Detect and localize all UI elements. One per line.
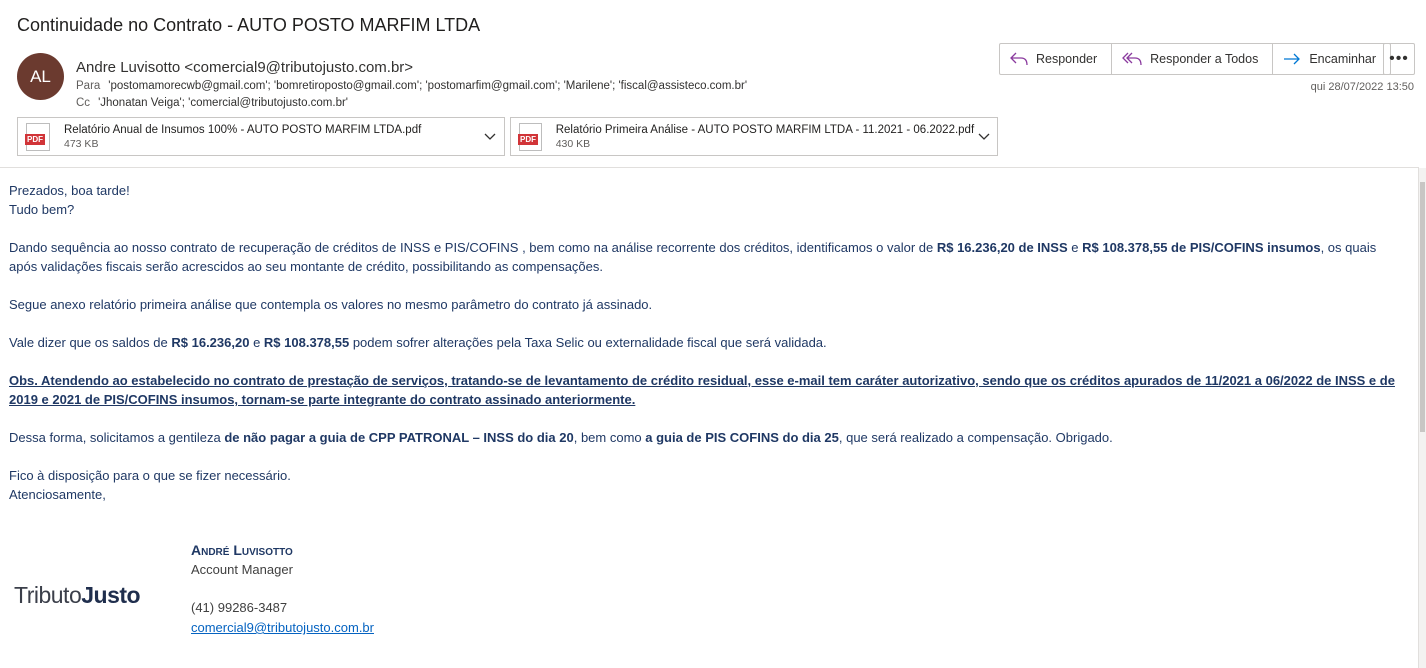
to-list[interactable]: 'postomamorecwb@gmail.com'; 'bomretiropo…	[108, 80, 747, 92]
text: podem sofrer alterações pela Taxa Selic …	[349, 335, 827, 350]
attachment-meta: Relatório Anual de Insumos 100% - AUTO P…	[64, 124, 480, 150]
greeting-line-2: Tudo bem?	[9, 202, 75, 217]
inss-value: R$ 16.236,20 de INSS	[936, 240, 1068, 255]
paragraph-attachment: Segue anexo relatório primeira análise q…	[9, 297, 653, 312]
chevron-down-icon[interactable]	[480, 130, 500, 144]
inss-balance: R$ 16.236,20	[171, 335, 250, 350]
reply-button[interactable]: Responder	[1000, 44, 1113, 74]
signature-block: André Luvisotto Account Manager (41) 992…	[191, 540, 374, 638]
cpp-request: de não pagar a guia de CPP PATRONAL – IN…	[224, 430, 574, 445]
paragraph-obs: Obs. Atendendo ao estabelecido no contra…	[9, 373, 1395, 407]
pis-balance: R$ 108.378,55	[263, 335, 350, 350]
sent-date: qui 28/07/2022 13:50	[1310, 81, 1414, 93]
reply-all-button[interactable]: Responder a Todos	[1112, 44, 1274, 74]
cc-label: Cc	[76, 97, 91, 109]
text: , que será realizado a compensação. Obri…	[838, 430, 1113, 445]
pis-request: a guia de PIS COFINS do dia 25	[645, 430, 839, 445]
cc-recipients: Cc 'Jhonatan Veiga'; 'comercial@tributoju…	[76, 97, 348, 109]
logo-part-1: Tributo	[14, 582, 82, 608]
sender-display[interactable]: Andre Luvisotto <comercial9@tributojusto…	[76, 59, 413, 76]
signature-phone: (41) 99286-3487	[191, 600, 288, 615]
chevron-down-icon[interactable]	[974, 130, 993, 144]
signature-role: Account Manager	[191, 562, 293, 577]
pdf-badge: PDF	[25, 133, 45, 145]
attachment-2[interactable]: PDF Relatório Primeira Análise - AUTO PO…	[510, 117, 998, 156]
pdf-file-icon: PDF	[25, 122, 50, 151]
attachment-size: 430 KB	[555, 137, 591, 150]
message-actions: Responder Responder a Todos Encaminhar	[999, 43, 1392, 75]
scrollbar-thumb[interactable]	[1420, 182, 1425, 432]
paragraph-request: Dessa forma, solicitamos a gentileza de …	[9, 428, 1404, 447]
vertical-scrollbar[interactable]	[1418, 168, 1426, 668]
sender-avatar[interactable]: AL	[17, 53, 64, 100]
attachment-name: Relatório Primeira Análise - AUTO POSTO …	[555, 123, 975, 136]
forward-icon	[1284, 53, 1301, 65]
paragraph-credits: Dando sequência ao nosso contrato de rec…	[9, 238, 1404, 276]
text: e	[1067, 240, 1083, 255]
header-divider	[0, 167, 1419, 168]
pdf-file-icon: PDF	[518, 122, 542, 151]
attachment-size: 473 KB	[64, 137, 99, 150]
signature-name: André Luvisotto	[191, 542, 293, 558]
signature-email-link[interactable]: comercial9@tributojusto.com.br	[191, 620, 374, 635]
more-actions-button[interactable]: •••	[1383, 43, 1415, 75]
greeting-line-1: Prezados, boa tarde!	[9, 183, 130, 198]
to-label: Para	[76, 80, 101, 92]
text: Dessa forma, solicitamos a gentileza	[9, 430, 225, 445]
forward-button[interactable]: Encaminhar	[1273, 44, 1390, 74]
text: Vale dizer que os saldos de	[9, 335, 172, 350]
text: e	[249, 335, 264, 350]
reply-all-icon	[1122, 52, 1142, 66]
closing-line-2: Atenciosamente,	[9, 487, 106, 502]
attachment-name: Relatório Anual de Insumos 100% - AUTO P…	[64, 123, 422, 136]
reply-icon	[1010, 52, 1028, 66]
text: Dando sequência ao nosso contrato de rec…	[9, 240, 937, 255]
paragraph-balances: Vale dizer que os saldos de R$ 16.236,20…	[9, 333, 1404, 352]
message-body: Prezados, boa tarde! Tudo bem? Dando seq…	[9, 181, 1404, 504]
closing-line-1: Fico à disposição para o que se fizer ne…	[9, 468, 291, 483]
logo-part-2: Justo	[81, 582, 141, 608]
to-recipients: Para 'postomamorecwb@gmail.com'; 'bomreti…	[76, 80, 747, 92]
cc-list[interactable]: 'Jhonatan Veiga'; 'comercial@tributojust…	[98, 97, 348, 109]
pdf-badge: PDF	[518, 133, 538, 145]
attachment-1[interactable]: PDF Relatório Anual de Insumos 100% - AU…	[17, 117, 505, 156]
forward-label: Encaminhar	[1309, 52, 1377, 66]
tributojusto-logo: TributoJusto	[14, 582, 141, 609]
attachment-meta: Relatório Primeira Análise - AUTO POSTO …	[556, 124, 974, 150]
email-subject: Continuidade no Contrato - AUTO POSTO MA…	[17, 15, 481, 35]
pis-cofins-value: R$ 108.378,55 de PIS/COFINS insumos	[1082, 240, 1321, 255]
reply-label: Responder	[1036, 52, 1098, 66]
text: , bem como	[573, 430, 646, 445]
reply-all-label: Responder a Todos	[1150, 52, 1259, 66]
